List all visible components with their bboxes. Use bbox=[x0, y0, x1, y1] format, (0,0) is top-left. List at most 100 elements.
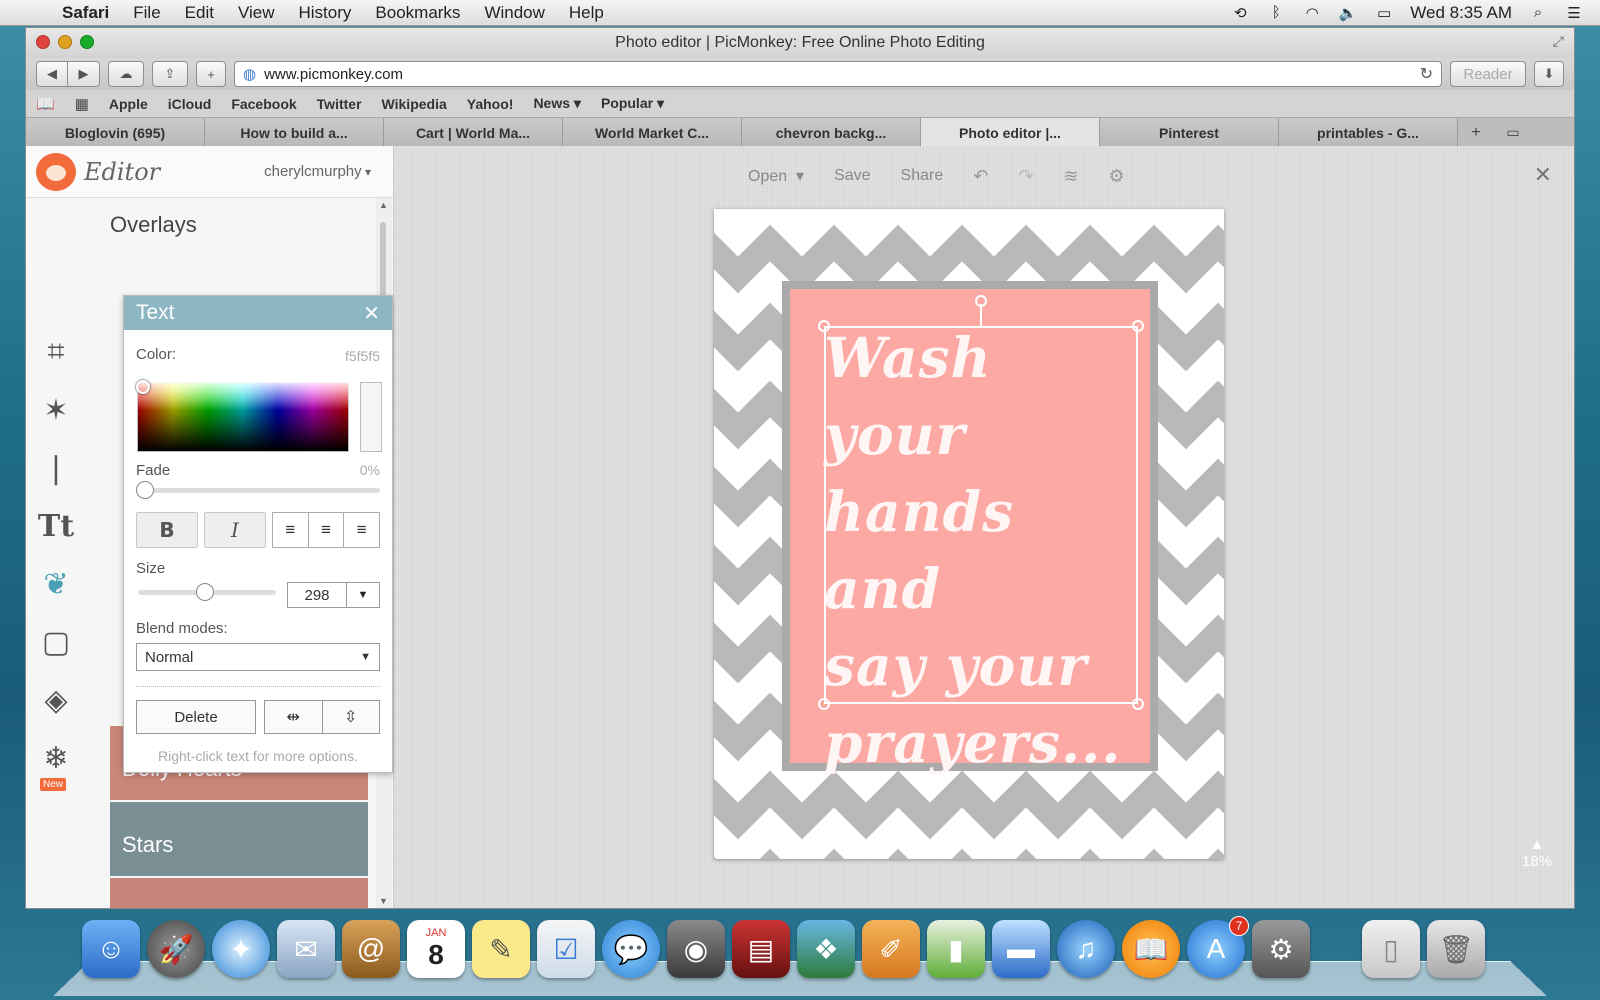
app-store-icon[interactable]: A 7 bbox=[1187, 920, 1245, 978]
menu-clock[interactable]: Wed 8:35 AM bbox=[1410, 3, 1512, 23]
volume-icon[interactable]: 🔈 bbox=[1338, 4, 1358, 22]
keynote-icon[interactable]: ▬ bbox=[992, 920, 1050, 978]
menu-view[interactable]: View bbox=[226, 3, 287, 23]
itunes-icon[interactable]: ♫ bbox=[1057, 920, 1115, 978]
finder-icon[interactable]: ☺ bbox=[82, 920, 140, 978]
menu-file[interactable]: File bbox=[121, 3, 172, 23]
bookmark-wikipedia[interactable]: Wikipedia bbox=[382, 96, 447, 112]
photo-booth-icon[interactable]: ▤ bbox=[732, 920, 790, 978]
launchpad-icon[interactable]: 🚀 bbox=[147, 920, 205, 978]
bluetooth-icon[interactable]: ᛒ bbox=[1266, 4, 1286, 21]
overlay-tile-stars[interactable]: Stars bbox=[110, 802, 368, 876]
zoom-up-icon[interactable]: ▲ bbox=[1522, 836, 1552, 853]
downloads-icon[interactable]: ⬇ bbox=[1534, 61, 1564, 87]
tab-how-to-build[interactable]: How to build a... bbox=[205, 118, 384, 147]
share-button[interactable]: Share bbox=[901, 167, 944, 185]
frames-icon[interactable]: ▢ bbox=[36, 620, 76, 664]
resize-handle-top-right[interactable] bbox=[1132, 320, 1144, 332]
reminders-icon[interactable]: ☑ bbox=[537, 920, 595, 978]
mail-icon[interactable]: ✉ bbox=[277, 920, 335, 978]
italic-button[interactable]: I bbox=[204, 512, 266, 548]
calendar-icon[interactable]: JAN 8 bbox=[407, 920, 465, 978]
close-icon[interactable]: ✕ bbox=[363, 301, 380, 326]
resize-handle-bottom-right[interactable] bbox=[1132, 698, 1144, 710]
open-button[interactable]: Open ▾ bbox=[748, 166, 804, 186]
settings-gear-icon[interactable]: ⚙ bbox=[1109, 166, 1125, 187]
messages-icon[interactable]: 💬 bbox=[602, 920, 660, 978]
align-center-icon[interactable]: ≡ bbox=[309, 513, 345, 547]
picmonkey-logo[interactable] bbox=[36, 153, 76, 191]
tab-overview-icon[interactable]: ▭ bbox=[1494, 118, 1532, 147]
crop-icon[interactable]: ⌗ bbox=[36, 330, 76, 374]
top-sites-icon[interactable]: ▦ bbox=[75, 95, 89, 113]
size-value[interactable]: 298 bbox=[288, 583, 347, 607]
fade-slider-knob[interactable] bbox=[136, 481, 154, 499]
trash-icon[interactable]: 🗑 bbox=[1427, 920, 1485, 978]
undo-icon[interactable]: ↶ bbox=[973, 166, 988, 187]
align-right-icon[interactable]: ≡ bbox=[344, 513, 379, 547]
color-picker-handle[interactable] bbox=[136, 380, 150, 394]
bookmark-yahoo[interactable]: Yahoo! bbox=[467, 96, 514, 112]
bookmark-news[interactable]: News ▾ bbox=[533, 95, 581, 112]
zoom-window-button[interactable] bbox=[80, 35, 94, 49]
document-canvas[interactable]: Wash your hands and say your prayers... bbox=[714, 209, 1224, 859]
reader-button[interactable]: Reader bbox=[1450, 61, 1526, 87]
reload-icon[interactable]: ↻ bbox=[1420, 64, 1433, 84]
size-input[interactable]: 298 ▼ bbox=[287, 582, 380, 608]
ibooks-icon[interactable]: 📖 bbox=[1122, 920, 1180, 978]
battery-icon[interactable]: ▭ bbox=[1374, 4, 1394, 22]
menu-app-name[interactable]: Safari bbox=[50, 3, 121, 23]
new-tab-button[interactable]: + bbox=[196, 61, 226, 87]
menu-bookmarks[interactable]: Bookmarks bbox=[363, 3, 472, 23]
save-button[interactable]: Save bbox=[834, 167, 870, 185]
share-button[interactable]: ⇪ bbox=[152, 61, 188, 87]
overlays-butterfly-icon[interactable]: ❦ bbox=[36, 562, 76, 606]
bookmark-popular[interactable]: Popular ▾ bbox=[601, 95, 664, 112]
zoom-indicator[interactable]: ▲ 18% bbox=[1522, 836, 1552, 870]
layers-icon[interactable]: ≋ bbox=[1063, 166, 1078, 187]
tab-world-market[interactable]: World Market C... bbox=[563, 118, 742, 147]
chevron-down-icon[interactable]: ▼ bbox=[347, 583, 379, 607]
time-machine-icon[interactable]: ⟲ bbox=[1230, 4, 1250, 22]
minimize-window-button[interactable] bbox=[58, 35, 72, 49]
bookmark-facebook[interactable]: Facebook bbox=[231, 96, 296, 112]
text-selection-box[interactable] bbox=[824, 326, 1138, 704]
iphoto-icon[interactable]: ❖ bbox=[797, 920, 855, 978]
contacts-icon[interactable]: @ bbox=[342, 920, 400, 978]
forward-button[interactable]: ▶ bbox=[68, 61, 100, 87]
scroll-down-icon[interactable]: ▼ bbox=[379, 896, 388, 906]
textures-icon[interactable]: ◈ bbox=[36, 678, 76, 722]
numbers-icon[interactable]: ▮ bbox=[927, 920, 985, 978]
tab-printables[interactable]: printables - G... bbox=[1279, 118, 1458, 147]
menu-help[interactable]: Help bbox=[557, 3, 616, 23]
magic-wand-icon[interactable]: ✶ bbox=[36, 388, 76, 432]
facetime-icon[interactable]: ◉ bbox=[667, 920, 725, 978]
touch-up-brush-icon[interactable]: ❘ bbox=[36, 446, 76, 490]
menu-history[interactable]: History bbox=[287, 3, 364, 23]
menu-edit[interactable]: Edit bbox=[173, 3, 226, 23]
blend-mode-select[interactable]: Normal ▼ bbox=[136, 643, 380, 671]
tab-cart-world-market[interactable]: Cart | World Ma... bbox=[384, 118, 563, 147]
overlay-tile-next[interactable] bbox=[110, 878, 368, 909]
fullscreen-icon[interactable]: ⤢ bbox=[1553, 33, 1564, 50]
icloud-tabs-button[interactable]: ☁ bbox=[108, 61, 144, 87]
tab-photo-editor[interactable]: Photo editor |... bbox=[921, 118, 1100, 147]
scroll-up-icon[interactable]: ▲ bbox=[379, 200, 388, 210]
address-bar[interactable]: ◍ www.picmonkey.com ↻ bbox=[234, 61, 1442, 87]
add-tab-icon[interactable]: + bbox=[1458, 118, 1494, 147]
fade-slider[interactable] bbox=[138, 488, 380, 493]
menu-window[interactable]: Window bbox=[472, 3, 556, 23]
user-menu[interactable]: cherylcmurphy bbox=[264, 163, 371, 180]
rotate-handle[interactable] bbox=[975, 295, 987, 307]
resize-handle-bottom-left[interactable] bbox=[818, 698, 830, 710]
align-left-icon[interactable]: ≡ bbox=[273, 513, 309, 547]
resize-handle-top-left[interactable] bbox=[818, 320, 830, 332]
spotlight-icon[interactable]: ⌕ bbox=[1528, 4, 1548, 21]
reading-list-icon[interactable]: 📖 bbox=[36, 95, 55, 113]
bookmark-icloud[interactable]: iCloud bbox=[168, 96, 212, 112]
close-window-button[interactable] bbox=[36, 35, 50, 49]
color-hex-value[interactable]: f5f5f5 bbox=[345, 348, 380, 364]
themes-snowflake-icon[interactable]: ❄ bbox=[36, 736, 76, 780]
bold-button[interactable]: B bbox=[136, 512, 198, 548]
bookmark-twitter[interactable]: Twitter bbox=[317, 96, 362, 112]
